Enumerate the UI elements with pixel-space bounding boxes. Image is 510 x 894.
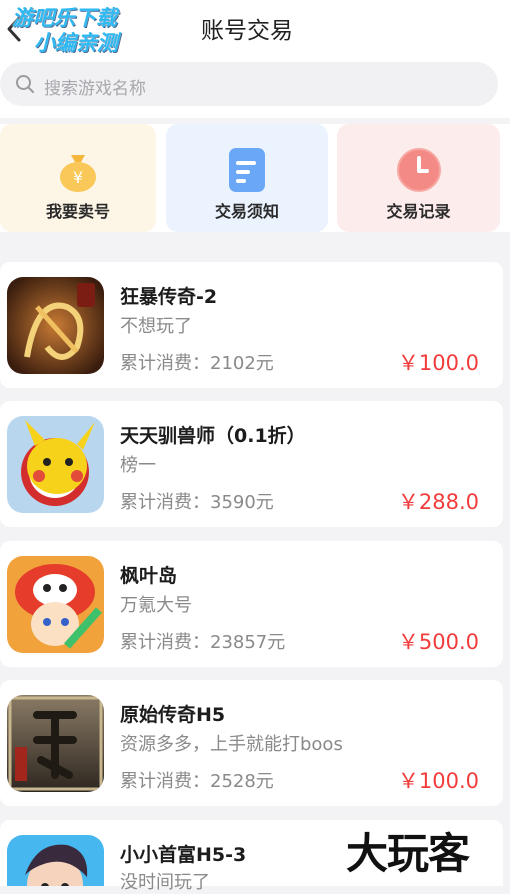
price: ￥288.0 bbox=[397, 490, 479, 514]
listing-description: 没时间玩了 bbox=[120, 872, 210, 893]
game-thumbnail bbox=[7, 695, 104, 792]
trade-record-button[interactable]: 交易记录 bbox=[337, 124, 500, 232]
listing-description: 榜一 bbox=[120, 455, 156, 476]
listing-card[interactable]: 狂暴传奇-2 不想玩了 累计消费：2102元 ￥100.0 bbox=[0, 262, 503, 388]
game-name: 枫叶岛 bbox=[120, 565, 178, 587]
search-input[interactable]: 搜索游戏名称 bbox=[0, 62, 498, 106]
total-spend: 累计消费：3590元 bbox=[120, 492, 274, 513]
price: ￥100.0 bbox=[397, 351, 479, 375]
search-placeholder: 搜索游戏名称 bbox=[44, 79, 146, 99]
search-icon bbox=[16, 75, 34, 93]
game-icon-little-tycoon bbox=[7, 835, 104, 886]
watermark-bottom: 大玩客 bbox=[346, 829, 470, 878]
listing-card[interactable]: 枫叶岛 万氪大号 累计消费：23857元 ￥500.0 bbox=[0, 541, 503, 667]
header: 游吧乐下载 小编亲测 账号交易 搜索游戏名称 bbox=[0, 0, 510, 118]
sell-account-label: 我要卖号 bbox=[45, 202, 110, 221]
money-bag-icon: ¥ bbox=[60, 155, 96, 192]
trade-record-label: 交易记录 bbox=[386, 202, 451, 221]
game-icon-primal-legend bbox=[7, 695, 104, 792]
trade-notice-button[interactable]: 交易须知 bbox=[166, 124, 328, 232]
total-spend: 累计消费：2102元 bbox=[120, 353, 274, 374]
listing-description: 万氪大号 bbox=[120, 595, 192, 616]
trade-notice-label: 交易须知 bbox=[214, 202, 279, 221]
listing-description: 不想玩了 bbox=[120, 316, 192, 337]
page-title: 账号交易 bbox=[201, 18, 293, 44]
game-thumbnail bbox=[7, 277, 104, 374]
game-name: 狂暴传奇-2 bbox=[120, 286, 218, 308]
game-name: 天天驯兽师（0.1折） bbox=[120, 425, 306, 447]
sell-account-button[interactable]: ¥ 我要卖号 bbox=[0, 124, 156, 232]
game-thumbnail bbox=[7, 835, 104, 886]
listing-description: 资源多多，上手就能打boos bbox=[120, 734, 343, 755]
price: ￥100.0 bbox=[397, 769, 479, 793]
clock-record-icon bbox=[396, 148, 441, 192]
quick-actions: ¥ 我要卖号 交易须知 交易记录 bbox=[0, 124, 510, 232]
notice-document-icon bbox=[229, 148, 265, 192]
price: ￥500.0 bbox=[397, 630, 479, 654]
listing-card[interactable]: 天天驯兽师（0.1折） 榜一 累计消费：3590元 ￥288.0 bbox=[0, 401, 503, 527]
listing-card[interactable]: 原始传奇H5 资源多多，上手就能打boos 累计消费：2528元 ￥100.0 bbox=[0, 680, 503, 806]
total-spend: 累计消费：2528元 bbox=[120, 771, 274, 792]
game-icon-pikachu bbox=[7, 416, 104, 513]
total-spend: 累计消费：23857元 bbox=[120, 632, 286, 653]
game-icon-maple-island bbox=[7, 556, 104, 653]
game-thumbnail bbox=[7, 416, 104, 513]
svg-text:¥: ¥ bbox=[73, 168, 83, 187]
game-name: 原始传奇H5 bbox=[120, 704, 226, 726]
game-thumbnail bbox=[7, 556, 104, 653]
game-icon-dragon-legend bbox=[7, 277, 104, 374]
game-name: 小小首富H5-3 bbox=[120, 844, 247, 866]
